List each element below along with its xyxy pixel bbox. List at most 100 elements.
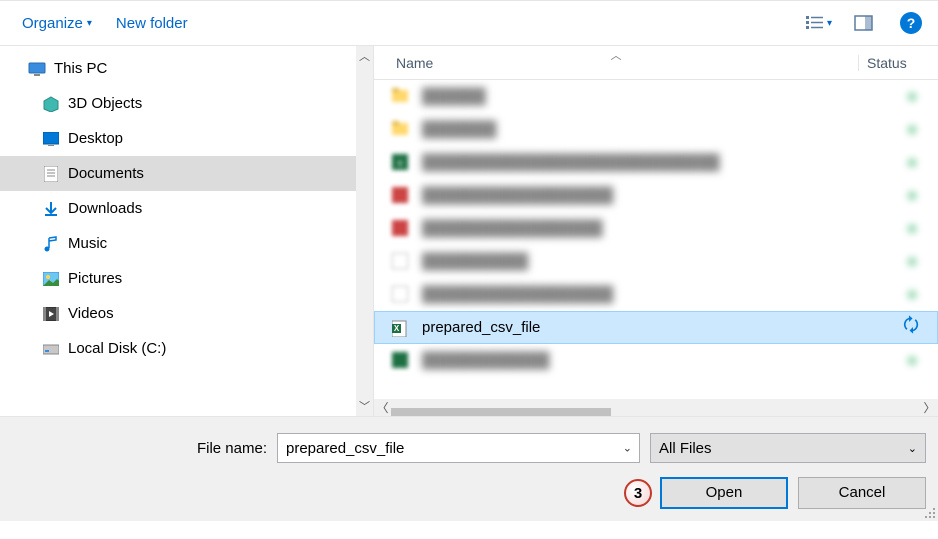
toolbar: Organize ▾ New folder ▾ ? <box>0 0 938 46</box>
file-row[interactable]: x ████████████████████████████ ● <box>374 146 938 179</box>
file-status: ● <box>886 154 938 171</box>
horizontal-scrollbar[interactable]: 〈 〉 <box>374 399 938 416</box>
tree-item-documents[interactable]: Documents <box>0 156 356 191</box>
resize-grip[interactable] <box>924 507 936 519</box>
file-status: ● <box>886 220 938 237</box>
tree-item-videos[interactable]: Videos <box>0 296 356 331</box>
caret-down-icon: ▾ <box>827 18 832 29</box>
tree-label: This PC <box>54 60 107 77</box>
column-name[interactable]: ︿ Name <box>374 55 858 71</box>
videos-icon <box>42 305 60 323</box>
file-name: ██████ <box>422 88 886 105</box>
tree-item-downloads[interactable]: Downloads <box>0 191 356 226</box>
file-row[interactable]: ██████████████████ ● <box>374 179 938 212</box>
folder-icon <box>392 88 410 106</box>
sync-icon: 🗘 <box>885 313 937 343</box>
tree-item-pictures[interactable]: Pictures <box>0 261 356 296</box>
excel-icon <box>392 352 410 370</box>
scroll-up-icon[interactable]: ︿ <box>356 46 373 66</box>
file-status: ● <box>886 352 938 369</box>
file-name: ████████████████████████████ <box>422 154 886 171</box>
open-button[interactable]: Open <box>660 477 788 509</box>
file-row[interactable]: █████████████████ ● <box>374 212 938 245</box>
file-name: █████████████████ <box>422 220 886 237</box>
file-icon <box>392 187 410 205</box>
svg-text:x: x <box>398 158 403 169</box>
scroll-down-icon[interactable]: ﹀ <box>356 396 373 416</box>
nav-scrollbar[interactable]: ︿ ﹀ <box>356 46 373 416</box>
documents-icon <box>42 165 60 183</box>
music-icon <box>42 235 60 253</box>
tree-item-desktop[interactable]: Desktop <box>0 121 356 156</box>
computer-icon <box>28 60 46 78</box>
3d-objects-icon <box>42 95 60 113</box>
file-name: ██████████████████ <box>422 187 886 204</box>
navigation-pane: ︿ ﹀ This PC 3D Objects Desktop <box>0 46 373 416</box>
file-status: ● <box>886 121 938 138</box>
file-row[interactable]: ██████████ ● <box>374 245 938 278</box>
view-options-button[interactable]: ▾ <box>799 11 838 35</box>
file-icon <box>392 253 410 271</box>
file-row[interactable]: ███████ ● <box>374 113 938 146</box>
column-header: ︿ Name Status <box>374 46 938 80</box>
file-name: ██████████ <box>422 253 886 270</box>
caret-down-icon: ▾ <box>87 18 92 29</box>
tree-item-this-pc[interactable]: This PC <box>0 51 356 86</box>
dropdown-caret-icon: ⌄ <box>908 442 917 455</box>
filetype-label: All Files <box>659 440 712 457</box>
file-status: ● <box>886 88 938 105</box>
new-folder-button[interactable]: New folder <box>104 9 200 38</box>
tree-item-local-disk[interactable]: Local Disk (C:) <box>0 331 356 366</box>
column-status[interactable]: Status <box>858 55 938 71</box>
column-name-label: Name <box>396 55 433 71</box>
cancel-button[interactable]: Cancel <box>798 477 926 509</box>
scroll-right-icon[interactable]: 〉 <box>921 399 938 416</box>
view-grid-icon <box>805 15 825 31</box>
file-status: ● <box>886 187 938 204</box>
pictures-icon <box>42 270 60 288</box>
filename-input[interactable] <box>277 433 640 463</box>
step-badge: 3 <box>624 479 652 507</box>
open-label: Open <box>706 484 743 501</box>
help-icon: ? <box>900 12 922 34</box>
file-row[interactable]: ████████████ ● <box>374 344 938 377</box>
tree-label: Videos <box>68 305 114 322</box>
file-name: ███████ <box>422 121 886 138</box>
file-icon <box>392 286 410 304</box>
tree-label: Documents <box>68 165 144 182</box>
preview-pane-button[interactable] <box>848 11 880 35</box>
folder-icon <box>392 121 410 139</box>
file-name: ████████████ <box>422 352 886 369</box>
dialog-footer: File name: ⌄ All Files ⌄ 3 Open Cancel <box>0 416 938 521</box>
scroll-left-icon[interactable]: 〈 <box>374 399 391 416</box>
tree-label: Local Disk (C:) <box>68 340 166 357</box>
cancel-label: Cancel <box>839 484 886 501</box>
step-number: 3 <box>634 485 642 502</box>
file-row[interactable]: ██████ ● <box>374 80 938 113</box>
file-name: ██████████████████ <box>422 286 886 303</box>
excel-icon: X <box>392 319 410 337</box>
excel-icon: x <box>392 154 410 172</box>
sort-indicator-icon: ︿ <box>611 47 622 63</box>
tree-label: 3D Objects <box>68 95 142 112</box>
filetype-select[interactable]: All Files ⌄ <box>650 433 926 463</box>
organize-menu[interactable]: Organize ▾ <box>10 9 104 38</box>
tree-item-music[interactable]: Music <box>0 226 356 261</box>
downloads-icon <box>42 200 60 218</box>
help-button[interactable]: ? <box>894 8 928 38</box>
preview-pane-icon <box>854 15 874 31</box>
file-list-pane: ︿ Name Status ██████ ● ███████ ● x █████… <box>373 46 938 416</box>
column-status-label: Status <box>867 55 907 71</box>
tree-item-3d-objects[interactable]: 3D Objects <box>0 86 356 121</box>
new-folder-label: New folder <box>116 15 188 32</box>
tree-label: Desktop <box>68 130 123 147</box>
file-name: prepared_csv_file <box>422 319 885 336</box>
desktop-icon <box>42 130 60 148</box>
file-list: ██████ ● ███████ ● x ███████████████████… <box>374 80 938 399</box>
file-row-selected[interactable]: X prepared_csv_file 🗘 <box>374 311 938 344</box>
main-area: ︿ ﹀ This PC 3D Objects Desktop <box>0 46 938 416</box>
file-status: ● <box>886 286 938 303</box>
tree-label: Pictures <box>68 270 122 287</box>
file-icon <box>392 220 410 238</box>
file-row[interactable]: ██████████████████ ● <box>374 278 938 311</box>
